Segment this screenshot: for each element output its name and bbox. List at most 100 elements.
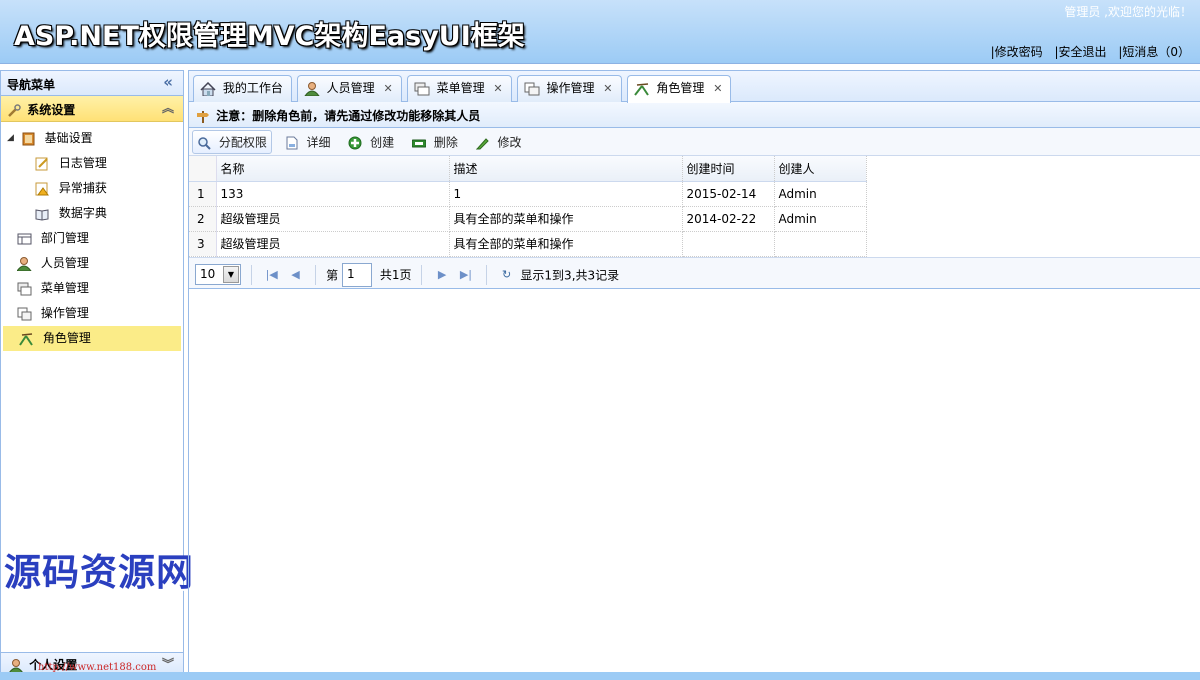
accordion-header-system-settings[interactable]: 系统设置 ︽ [1, 96, 183, 122]
sidebar-item-menu-management[interactable]: 菜单管理 [1, 276, 183, 301]
signpost-icon [197, 110, 209, 123]
row-number: 2 [189, 206, 217, 232]
tab-label: 菜单管理 [436, 81, 485, 95]
book-icon [22, 132, 35, 145]
sidebar-item-user-management[interactable]: 人员管理 [1, 251, 183, 276]
app-header: ASP.NET权限管理MVC架构EasyUI框架 管理员 ,欢迎您的光临！ |修… [0, 0, 1200, 64]
delete-button[interactable]: 删除 [407, 130, 463, 154]
sidebar-item-label: 异常捕获 [58, 181, 107, 195]
role-icon [633, 82, 649, 96]
pagination-bar: 10 ▼ |◀ ◀ 第 1 共1页 ▶ ▶| ↻ 显示1到3,共3记录 [189, 256, 1200, 289]
chevron-down-icon[interactable]: ▼ [223, 266, 239, 283]
logout-link[interactable]: |安全退出 [1054, 45, 1106, 59]
change-password-link[interactable]: |修改密码 [991, 45, 1043, 59]
close-icon[interactable]: ✕ [713, 82, 722, 95]
top-links: |修改密码 |安全退出 |短消息（0） [983, 43, 1190, 60]
tab-label: 操作管理 [546, 81, 595, 95]
table-header-row: 名称 描述 创建时间 创建人 [189, 156, 867, 182]
user-icon [304, 81, 320, 96]
tab-user-management[interactable]: 人员管理 ✕ [296, 75, 402, 102]
sidebar-item-label: 菜单管理 [40, 281, 89, 295]
cell-creator: Admin [774, 181, 867, 207]
column-header-description[interactable]: 描述 [449, 156, 683, 182]
watermark-text: 源码资源网 [4, 551, 194, 594]
tab-label: 人员管理 [326, 81, 375, 95]
create-button[interactable]: 创建 [343, 130, 399, 154]
sidebar-item-basic-settings[interactable]: ◢ 基础设置 [1, 126, 183, 151]
table-row[interactable]: 2 超级管理员 具有全部的菜单和操作 2014-02-22 Admin [189, 206, 867, 232]
tab-label: 我的工作台 [222, 81, 283, 95]
page-size-select[interactable]: 10 ▼ [195, 264, 241, 285]
assign-permission-button[interactable]: 分配权限 [192, 130, 272, 154]
cell-created-time: 2015-02-14 [682, 181, 775, 207]
sidebar-item-label: 角色管理 [42, 331, 91, 345]
nav-panel-header: 导航菜单 « [1, 71, 183, 96]
cell-description: 1 [449, 181, 683, 207]
add-icon [348, 136, 362, 149]
table-row[interactable]: 3 超级管理员 具有全部的菜单和操作 [189, 231, 867, 257]
remove-icon [412, 139, 427, 147]
app-title: ASP.NET权限管理MVC架构EasyUI框架 [14, 21, 525, 52]
log-icon [35, 157, 48, 170]
role-icon [19, 332, 33, 346]
cell-creator [774, 231, 867, 257]
chevron-up-icon[interactable]: ︽ [162, 99, 174, 116]
detail-button[interactable]: 详细 [280, 130, 336, 154]
tab-workbench[interactable]: 我的工作台 [193, 75, 292, 102]
sidebar-item-label: 数据字典 [58, 206, 107, 220]
next-page-icon[interactable]: ▶ [432, 268, 452, 281]
column-header-created-time[interactable]: 创建时间 [682, 156, 775, 182]
column-header-name[interactable]: 名称 [216, 156, 450, 182]
column-header-creator[interactable]: 创建人 [774, 156, 867, 182]
double-chevron-left-icon[interactable]: « [163, 73, 173, 91]
chevron-down-icon[interactable]: ︾ [162, 655, 174, 672]
refresh-icon[interactable]: ↻ [497, 268, 517, 281]
dictionary-icon [35, 208, 49, 221]
sidebar-item-label: 日志管理 [58, 156, 107, 170]
sidebar-item-exception-capture[interactable]: 异常捕获 [1, 176, 183, 201]
tab-bar: 我的工作台 人员管理 ✕ 菜单管理 ✕ 操作管理 ✕ 角色管理 ✕ [189, 71, 1200, 103]
tab-menu-management[interactable]: 菜单管理 ✕ [406, 75, 512, 102]
edit-button[interactable]: 修改 [471, 130, 527, 154]
cell-created-time: 2014-02-22 [682, 206, 775, 232]
sidebar-item-log-management[interactable]: 日志管理 [1, 151, 183, 176]
close-icon[interactable]: ✕ [384, 82, 393, 95]
row-number: 1 [189, 181, 217, 207]
operation-icon [17, 307, 32, 320]
divider [250, 264, 252, 285]
user-icon [8, 658, 24, 673]
table-row[interactable]: 1 133 1 2015-02-14 Admin [189, 181, 867, 207]
page-total: 共1页 [379, 268, 412, 282]
first-page-icon[interactable]: |◀ [262, 268, 282, 281]
cell-name: 超级管理员 [216, 231, 450, 257]
wrench-icon [8, 103, 21, 117]
row-number: 3 [189, 231, 217, 257]
close-icon[interactable]: ✕ [603, 82, 612, 95]
user-icon [17, 256, 32, 271]
divider [485, 264, 487, 285]
roles-table: 名称 描述 创建时间 创建人 1 133 1 2015-02-14 Admin … [189, 156, 867, 257]
sidebar-item-operation-management[interactable]: 操作管理 [1, 301, 183, 326]
home-icon [200, 81, 216, 96]
welcome-text: 管理员 ,欢迎您的光临！ [1064, 5, 1192, 19]
prev-page-icon[interactable]: ◀ [285, 268, 305, 281]
menu-icon [414, 82, 430, 95]
notice-bar: 注意：删除角色前，请先通过修改功能移除其人员 [189, 102, 1200, 128]
cell-creator: Admin [774, 206, 867, 232]
messages-link[interactable]: |短消息（0） [1118, 45, 1190, 59]
page-number-input[interactable]: 1 [341, 262, 372, 287]
close-icon[interactable]: ✕ [493, 82, 502, 95]
sidebar-item-department-management[interactable]: 部门管理 [1, 226, 183, 251]
sidebar-item-data-dictionary[interactable]: 数据字典 [1, 201, 183, 226]
cell-description: 具有全部的菜单和操作 [449, 231, 683, 257]
page-size-value: 10 [200, 267, 216, 281]
triangle-down-icon[interactable]: ◢ [7, 126, 17, 151]
sidebar-item-label: 人员管理 [40, 256, 89, 270]
sidebar-item-role-management[interactable]: 角色管理 [3, 326, 181, 351]
cell-created-time [682, 231, 775, 257]
last-page-icon[interactable]: ▶| [456, 268, 476, 281]
tab-operation-management[interactable]: 操作管理 ✕ [516, 75, 622, 102]
magnifier-icon [198, 136, 211, 150]
tab-role-management[interactable]: 角色管理 ✕ [626, 75, 732, 103]
cell-description: 具有全部的菜单和操作 [449, 206, 683, 232]
